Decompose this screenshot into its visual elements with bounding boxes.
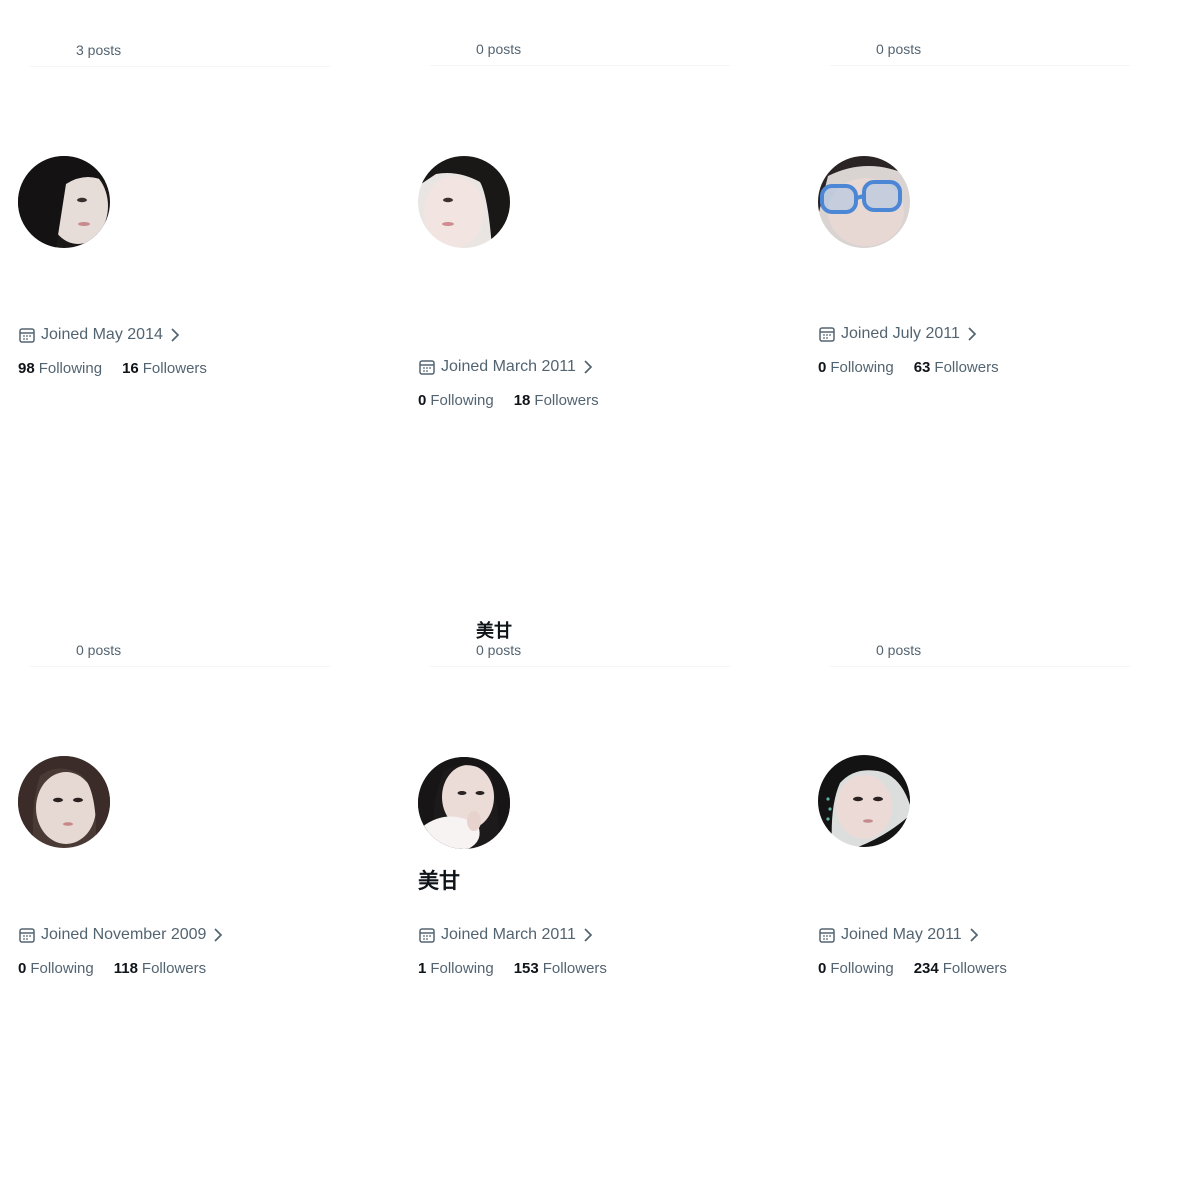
joined-label: Joined May 2014 xyxy=(41,326,163,343)
chevron-right-icon xyxy=(211,927,225,943)
followers-count: 118 xyxy=(113,960,138,977)
profile-panel-6: 0 posts Joined May 2011 0 Following 234 … xyxy=(800,600,1200,1200)
following-label: Following xyxy=(38,360,103,377)
joined-label: Joined March 2011 xyxy=(441,926,576,943)
following-label: Following xyxy=(430,392,494,409)
followers-link[interactable]: 18 Followers xyxy=(514,392,599,409)
joined-label: Joined November 2009 xyxy=(41,926,207,943)
calendar-icon xyxy=(418,358,436,376)
posts-count: 0 posts xyxy=(876,642,922,658)
avatar[interactable] xyxy=(818,755,910,847)
following-label: Following xyxy=(830,960,894,977)
following-link[interactable]: 1 Following xyxy=(418,960,494,977)
header-divider xyxy=(430,65,730,66)
posts-count: 3 posts xyxy=(76,42,122,58)
joined-date[interactable]: Joined May 2011 xyxy=(818,926,981,944)
followers-label: Followers xyxy=(934,359,999,376)
following-count: 98 xyxy=(18,360,35,377)
followers-label: Followers xyxy=(141,960,207,977)
following-count: 0 xyxy=(418,392,427,409)
follow-stats: 0 Following 118 Followers xyxy=(18,960,226,977)
joined-date[interactable]: Joined March 2011 xyxy=(418,358,595,376)
followers-label: Followers xyxy=(542,960,607,977)
header-divider xyxy=(30,66,330,67)
posts-count: 0 posts xyxy=(476,41,522,57)
following-label: Following xyxy=(30,960,94,977)
profile-panel-5: 美甘 0 posts 美甘 Joined March 2011 1 Follow… xyxy=(400,600,800,1200)
following-link[interactable]: 0 Following xyxy=(818,960,894,977)
posts-count: 0 posts xyxy=(876,41,922,57)
chevron-right-icon xyxy=(965,326,979,342)
header-name: 美甘 xyxy=(476,621,512,642)
calendar-icon xyxy=(418,926,436,944)
following-label: Following xyxy=(430,960,494,977)
header-divider xyxy=(830,65,1130,66)
avatar[interactable] xyxy=(18,756,110,848)
joined-label: Joined May 2011 xyxy=(841,926,962,943)
joined-date[interactable]: Joined May 2014 xyxy=(18,326,182,344)
following-count: 1 xyxy=(418,960,427,977)
chevron-right-icon xyxy=(967,927,981,943)
follow-stats: 1 Following 153 Followers xyxy=(418,960,627,977)
profile-panel-4: 0 posts Joined November 2009 0 Following… xyxy=(0,600,400,1200)
chevron-right-icon xyxy=(581,927,595,943)
avatar[interactable] xyxy=(418,156,510,248)
profile-panel-3: 0 posts Joined July 2011 0 Following 63 … xyxy=(800,0,1200,600)
profile-panel-2: 0 posts Joined March 2011 0 Following 18… xyxy=(400,0,800,600)
joined-label: Joined July 2011 xyxy=(841,325,960,342)
avatar[interactable] xyxy=(18,156,110,248)
followers-label: Followers xyxy=(142,360,207,377)
following-count: 0 xyxy=(818,960,827,977)
joined-label: Joined March 2011 xyxy=(441,358,576,375)
follow-stats: 0 Following 18 Followers xyxy=(418,392,619,409)
follow-stats: 0 Following 63 Followers xyxy=(818,359,1019,376)
followers-count: 234 xyxy=(913,960,939,977)
following-label: Following xyxy=(830,359,894,376)
following-count: 0 xyxy=(18,960,27,977)
followers-link[interactable]: 234 Followers xyxy=(914,960,1007,977)
followers-link[interactable]: 118 Followers xyxy=(114,960,206,977)
following-link[interactable]: 0 Following xyxy=(818,359,894,376)
header-divider xyxy=(830,666,1130,667)
followers-count: 16 xyxy=(122,360,139,377)
avatar[interactable] xyxy=(818,156,910,248)
avatar[interactable] xyxy=(418,757,510,849)
calendar-icon xyxy=(818,926,836,944)
follow-stats: 98 Following 16 Followers xyxy=(18,360,227,377)
following-link[interactable]: 98 Following xyxy=(18,360,102,377)
following-link[interactable]: 0 Following xyxy=(18,960,94,977)
followers-link[interactable]: 16 Followers xyxy=(122,360,207,377)
calendar-icon xyxy=(818,325,836,343)
joined-date[interactable]: Joined March 2011 xyxy=(418,926,595,944)
posts-count: 0 posts xyxy=(76,642,122,658)
following-count: 0 xyxy=(818,359,827,376)
chevron-right-icon xyxy=(581,359,595,375)
followers-link[interactable]: 63 Followers xyxy=(914,359,999,376)
posts-count: 0 posts xyxy=(476,642,522,658)
header-divider xyxy=(30,666,330,667)
followers-label: Followers xyxy=(942,960,1007,977)
followers-count: 63 xyxy=(913,359,931,376)
followers-count: 18 xyxy=(513,392,531,409)
joined-date[interactable]: Joined November 2009 xyxy=(18,926,225,944)
display-name: 美甘 xyxy=(418,869,460,893)
followers-count: 153 xyxy=(513,960,539,977)
followers-label: Followers xyxy=(534,392,599,409)
chevron-right-icon xyxy=(168,327,182,343)
follow-stats: 0 Following 234 Followers xyxy=(818,960,1027,977)
calendar-icon xyxy=(18,926,36,944)
calendar-icon xyxy=(18,326,36,344)
following-link[interactable]: 0 Following xyxy=(418,392,494,409)
followers-link[interactable]: 153 Followers xyxy=(514,960,607,977)
header-divider xyxy=(430,666,730,667)
profile-panel-1: 3 posts Joined May 2014 98 Following 16 … xyxy=(0,0,400,600)
joined-date[interactable]: Joined July 2011 xyxy=(818,325,979,343)
